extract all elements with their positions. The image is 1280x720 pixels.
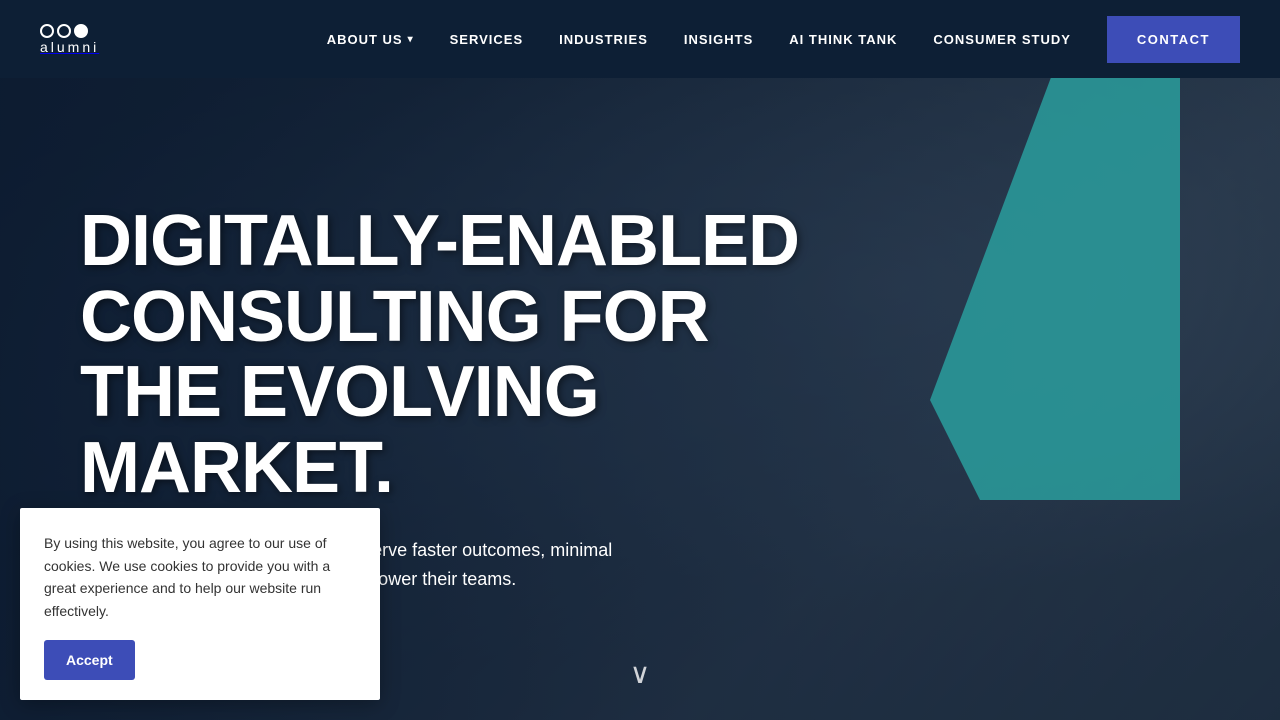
- logo-link[interactable]: alumni: [40, 24, 99, 54]
- logo: alumni: [40, 24, 99, 54]
- nav-links: ABOUT US ▾ SERVICES INDUSTRIES INSIGHTS …: [327, 16, 1240, 63]
- scroll-down-indicator[interactable]: ∨: [630, 657, 651, 690]
- cookie-banner: By using this website, you agree to our …: [20, 508, 380, 700]
- nav-item-industries[interactable]: INDUSTRIES: [559, 32, 648, 47]
- nav-item-ai-think-tank[interactable]: AI THINK TANK: [789, 32, 897, 47]
- accept-cookies-button[interactable]: Accept: [44, 640, 135, 680]
- logo-circle-3: [74, 24, 88, 38]
- logo-name: alumni: [40, 40, 99, 54]
- nav-item-consumer-study[interactable]: CONSUMER STUDY: [933, 32, 1071, 47]
- logo-text: alumni: [40, 38, 99, 54]
- cookie-message: By using this website, you agree to our …: [44, 532, 356, 622]
- main-navigation: alumni ABOUT US ▾ SERVICES INDUSTRIES IN…: [0, 0, 1280, 78]
- hero-title: DIGITALLY-ENABLED CONSULTING FOR THE EVO…: [80, 204, 860, 506]
- contact-button[interactable]: CONTACT: [1107, 16, 1240, 63]
- chevron-down-icon: ▾: [408, 34, 414, 45]
- nav-item-services[interactable]: SERVICES: [450, 32, 524, 47]
- logo-circle-1: [40, 24, 54, 38]
- logo-circle-2: [57, 24, 71, 38]
- logo-circles: [40, 24, 88, 38]
- nav-item-about-us[interactable]: ABOUT US ▾: [327, 32, 414, 47]
- nav-item-insights[interactable]: INSIGHTS: [684, 32, 753, 47]
